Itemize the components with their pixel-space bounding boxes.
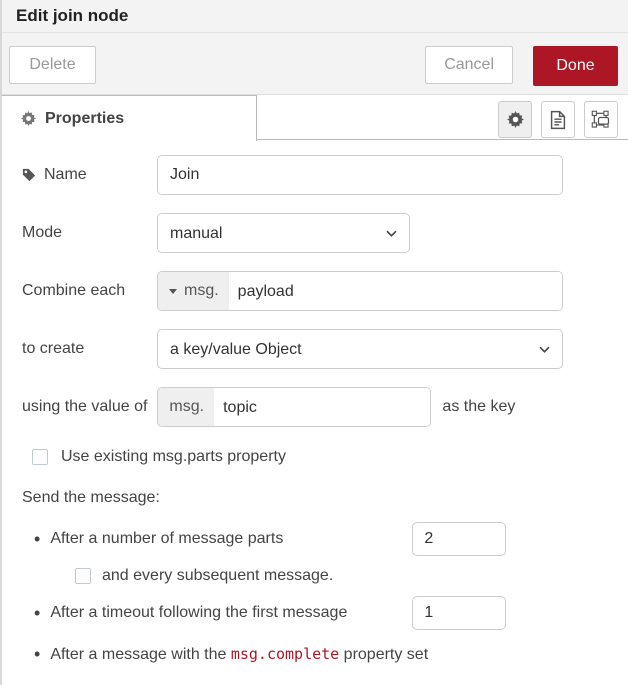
key-type-label: msg. bbox=[169, 398, 204, 416]
subsequent-row-wrap: and every subsequent message. bbox=[22, 567, 608, 585]
use-parts-checkbox[interactable] bbox=[32, 449, 48, 465]
toolbar-right-group: Cancel Done bbox=[425, 46, 618, 86]
document-icon bbox=[550, 110, 566, 130]
key-property-input[interactable] bbox=[214, 388, 430, 427]
timeout-option-label: After a timeout following the first mess… bbox=[50, 604, 412, 622]
send-message-heading: Send the message: bbox=[22, 489, 608, 507]
subsequent-checkbox[interactable] bbox=[75, 568, 91, 584]
count-option-label: After a number of message parts bbox=[50, 530, 412, 548]
tab-bar: Properties bbox=[2, 95, 628, 140]
mode-row: Mode manual bbox=[22, 213, 608, 253]
properties-form: Name Mode manual Combine each msg. bbox=[2, 140, 628, 665]
tab-properties[interactable]: Properties bbox=[2, 95, 257, 141]
msg-complete-code: msg.complete bbox=[231, 645, 339, 663]
gear-icon bbox=[21, 111, 36, 126]
combine-row: Combine each msg. bbox=[22, 271, 608, 311]
cancel-button[interactable]: Cancel bbox=[425, 46, 513, 84]
complete-option-label: After a message with the msg.complete pr… bbox=[50, 645, 428, 664]
mode-label: Mode bbox=[22, 224, 62, 242]
count-input[interactable] bbox=[412, 522, 506, 556]
use-parts-row: Use existing msg.parts property bbox=[22, 448, 608, 466]
tag-icon bbox=[22, 168, 36, 182]
tab-properties-label: Properties bbox=[45, 110, 124, 128]
subsequent-label: and every subsequent message. bbox=[102, 567, 333, 585]
dialog-header: Edit join node bbox=[2, 0, 628, 33]
key-label-before: using the value of bbox=[22, 398, 147, 416]
properties-gear-button[interactable] bbox=[498, 101, 532, 138]
property-type-button[interactable]: msg. bbox=[158, 272, 229, 310]
key-row: using the value of msg. as the key bbox=[22, 387, 608, 427]
node-appearance-icon bbox=[591, 110, 611, 130]
count-option-row: After a number of message parts bbox=[22, 522, 608, 556]
combine-property-input[interactable] bbox=[229, 272, 562, 311]
dialog-title: Edit join node bbox=[16, 6, 128, 26]
name-input[interactable] bbox=[157, 155, 563, 195]
tab-icon-buttons bbox=[498, 101, 618, 138]
to-create-select-wrap: a key/value Object bbox=[157, 329, 563, 369]
send-options-list: After a number of message parts and ever… bbox=[22, 522, 608, 665]
gear-icon bbox=[507, 111, 524, 128]
delete-button[interactable]: Delete bbox=[9, 46, 96, 84]
key-type-button[interactable]: msg. bbox=[158, 388, 214, 426]
description-button[interactable] bbox=[541, 101, 575, 138]
combine-typed-input: msg. bbox=[157, 271, 563, 311]
done-button[interactable]: Done bbox=[533, 46, 618, 86]
combine-label: Combine each bbox=[22, 282, 125, 300]
timeout-input[interactable] bbox=[412, 596, 506, 630]
to-create-label: to create bbox=[22, 340, 84, 358]
appearance-button[interactable] bbox=[584, 101, 618, 138]
to-create-row: to create a key/value Object bbox=[22, 329, 608, 369]
subsequent-row: and every subsequent message. bbox=[75, 567, 608, 585]
property-type-label: msg. bbox=[184, 282, 219, 300]
name-label-group: Name bbox=[22, 166, 157, 184]
timeout-option-row: After a timeout following the first mess… bbox=[22, 596, 608, 630]
name-row: Name bbox=[22, 155, 608, 195]
use-parts-label: Use existing msg.parts property bbox=[61, 448, 286, 466]
name-label: Name bbox=[44, 166, 87, 184]
dialog-toolbar: Delete Cancel Done bbox=[2, 33, 628, 95]
caret-down-icon bbox=[169, 289, 177, 294]
to-create-select[interactable]: a key/value Object bbox=[157, 329, 563, 369]
mode-select[interactable]: manual bbox=[157, 213, 410, 253]
complete-option-row: After a message with the msg.complete pr… bbox=[22, 644, 608, 665]
key-label-after: as the key bbox=[442, 398, 515, 416]
key-typed-input: msg. bbox=[157, 387, 431, 427]
mode-select-wrap: manual bbox=[157, 213, 410, 253]
edit-join-node-dialog: Edit join node Delete Cancel Done Proper… bbox=[0, 0, 628, 685]
